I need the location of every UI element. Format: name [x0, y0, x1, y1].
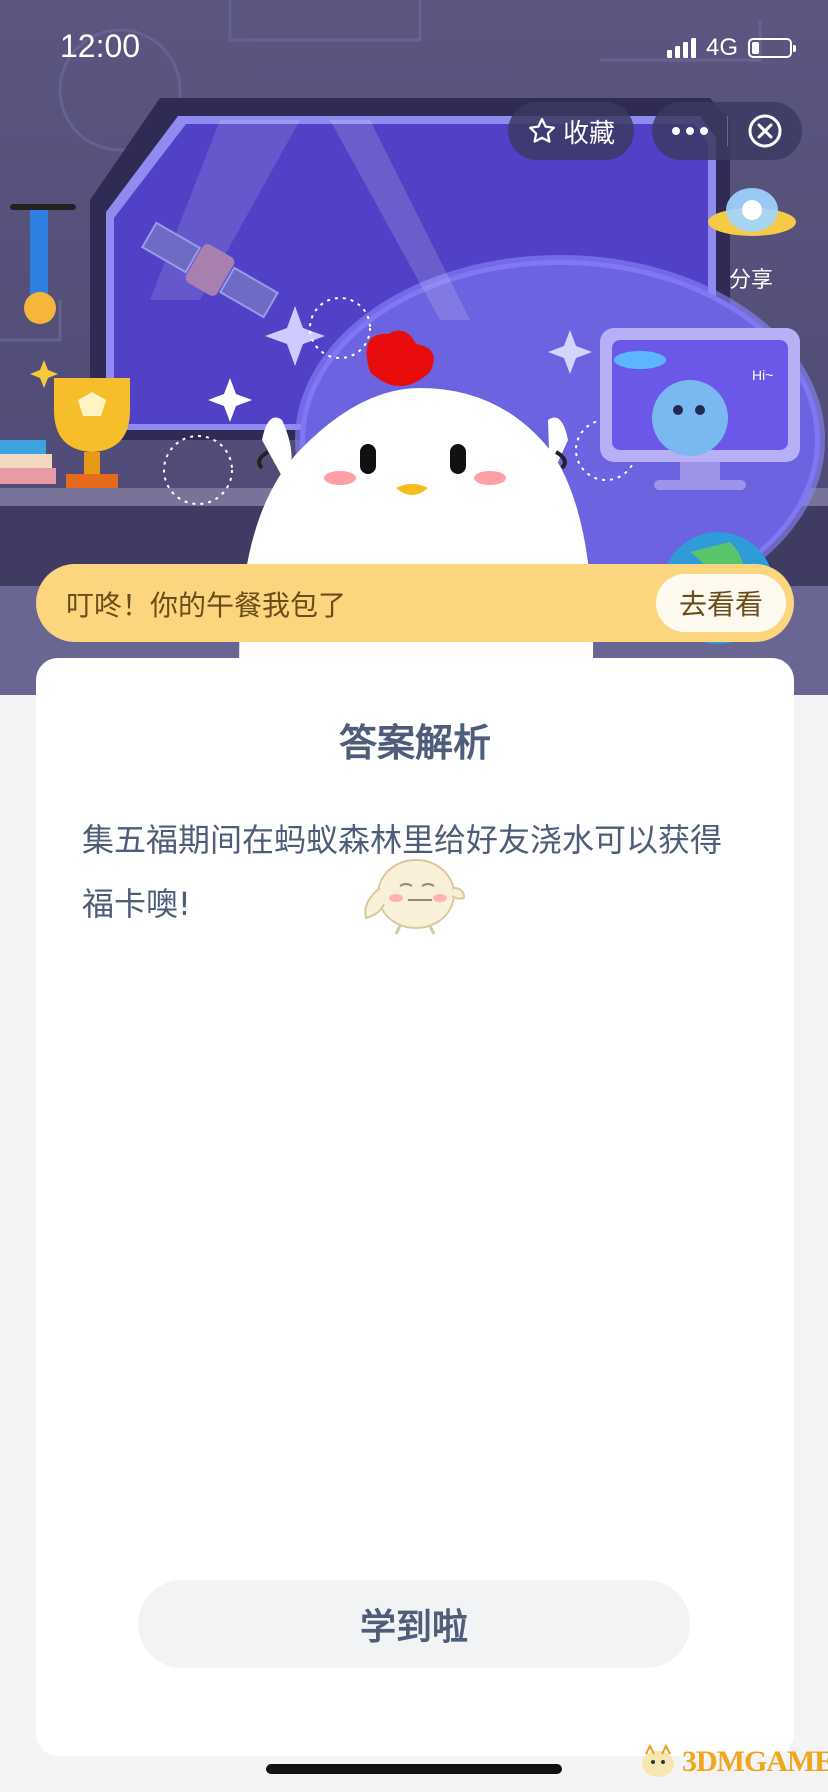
- signal-icon: [666, 38, 696, 58]
- close-circle-icon: [748, 114, 781, 148]
- more-dots-icon: [671, 127, 708, 135]
- status-time: 12:00: [60, 28, 141, 64]
- whale-mascot-icon: [364, 859, 466, 935]
- more-button[interactable]: [652, 102, 727, 160]
- star-icon: [528, 118, 555, 143]
- learned-button[interactable]: 学到啦: [138, 1580, 690, 1668]
- network-label: 4G: [705, 34, 738, 61]
- share-button[interactable]: 分享: [706, 190, 796, 294]
- card-title: 答案解析: [338, 721, 491, 765]
- favorite-label: 收藏: [562, 118, 615, 149]
- banner-text: 叮咚！你的午餐我包了: [66, 589, 347, 622]
- close-button[interactable]: [727, 102, 802, 160]
- battery-icon: [748, 38, 796, 58]
- favorite-button[interactable]: 收藏: [508, 102, 634, 160]
- alien-greeting: Hi~: [752, 367, 773, 383]
- mini-program-capsule: [652, 102, 802, 160]
- watermark-logo-icon: [642, 1744, 674, 1777]
- answer-card: 答案解析 集五福期间在蚂蚁森林里给好友浇水可以获得福卡噢! 学到啦: [36, 658, 794, 1756]
- watermark-text: 3DMGAME: [682, 1745, 828, 1778]
- watermark: 3DMGAME: [638, 1744, 828, 1780]
- banner-go-button[interactable]: 去看看: [656, 574, 786, 632]
- status-icons: 4G: [666, 34, 796, 62]
- promo-banner[interactable]: 叮咚！你的午餐我包了 去看看: [36, 564, 794, 642]
- share-label: 分享: [728, 268, 773, 293]
- home-indicator: [266, 1764, 562, 1774]
